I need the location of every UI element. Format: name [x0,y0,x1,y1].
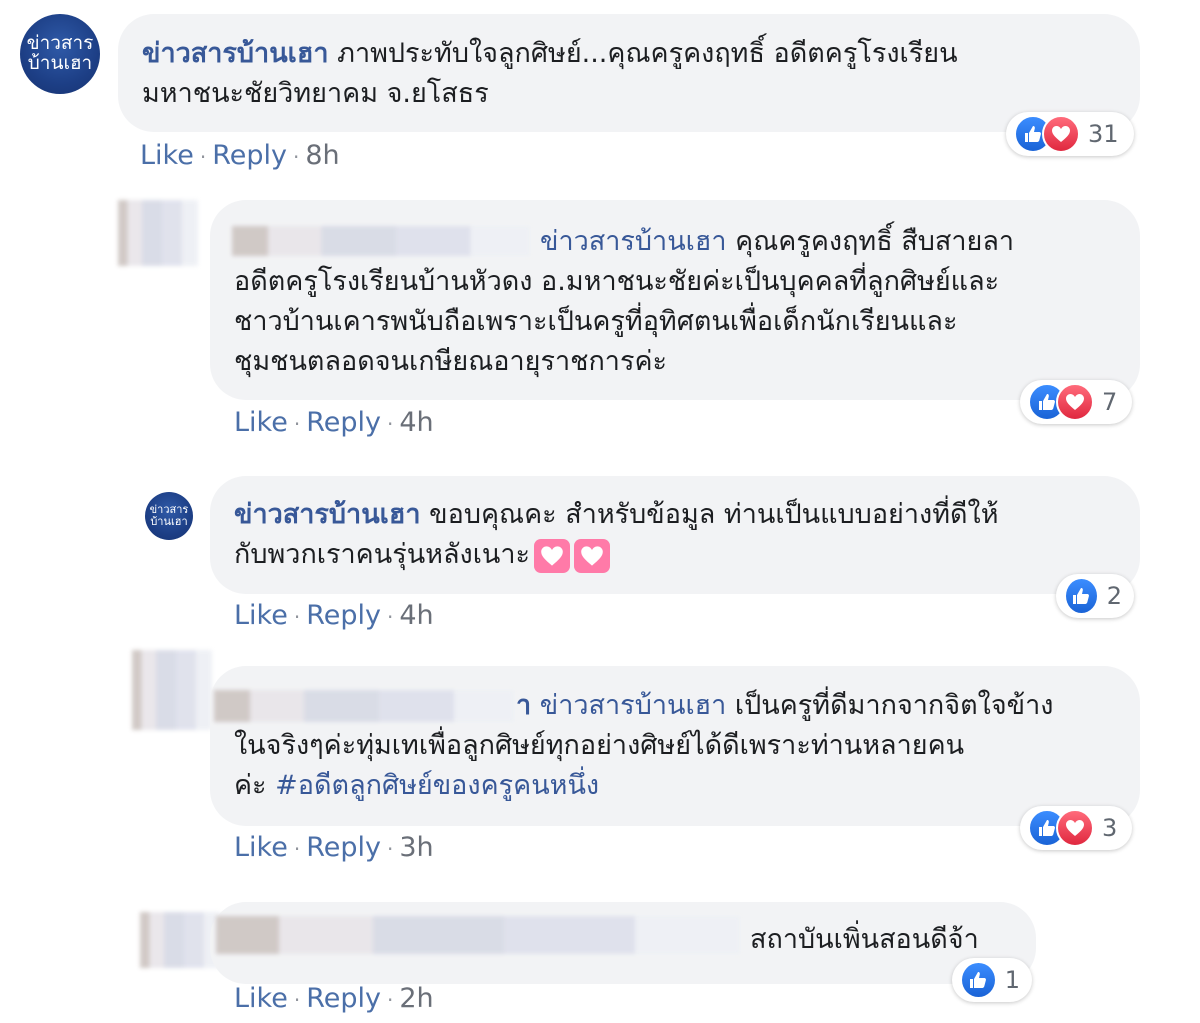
reaction-count: 7 [1102,388,1118,416]
comment-body-line: สถาบันเพิ่นสอนดีจ้า [750,924,979,955]
reaction-count: 2 [1106,582,1122,610]
timestamp[interactable]: 3h [399,832,433,863]
comment-actions: Like · Reply · 4h [234,407,434,438]
like-button[interactable]: Like [140,140,194,171]
reaction-summary[interactable]: 2 [1056,574,1134,618]
comment-body-line: ในจริงๆค่ะทุ่มเทเพื่อลูกศิษย์ทุกอย่างศิษ… [234,730,965,761]
comment-actions: Like · Reply · 4h [234,600,434,631]
comment-actions: Like · Reply · 8h [140,140,340,171]
avatar-text-line2: บ้านเฮา [27,52,93,74]
heart-emoji-icon [574,539,611,573]
reaction-summary[interactable]: 7 [1020,380,1132,424]
reply-button[interactable]: Reply [306,983,381,1014]
separator-dot: · [293,605,301,629]
comment-body-line: มหาชนะชัยวิทยาคม จ.ยโสธร [142,78,489,109]
comment-body-line: ชุมชนตลอดจนเกษียณอายุราชการค่ะ [234,346,668,377]
comment-actions: Like · Reply · 3h [234,832,434,863]
comment-body-line: เป็นครูที่ดีมากจากจิตใจข้าง [734,690,1054,721]
comment-text: สถาบันเพิ่นสอนดีจ้า [750,920,979,960]
reply-button[interactable]: Reply [306,600,381,631]
comment-actions: Like · Reply · 2h [234,983,434,1014]
thumbs-up-icon [1064,577,1099,615]
separator-dot: · [386,412,394,436]
separator-dot: · [386,605,394,629]
comment-author-tail[interactable]: า [516,690,531,721]
reply-button[interactable]: Reply [306,832,381,863]
reaction-summary[interactable]: 3 [1020,806,1132,850]
like-button[interactable]: Like [234,407,288,438]
avatar[interactable]: ข่าวสาร บ้านเฮา [145,492,193,540]
reply-button[interactable]: Reply [306,407,381,438]
comment-body-line: ขอบคุณคะ สำหรับข้อมูล ท่านเป็นแบบอย่างที… [429,499,999,530]
timestamp[interactable]: 8h [305,140,339,171]
avatar[interactable]: ข่าวสาร บ้านเฮา [20,14,100,94]
reaction-count: 31 [1088,120,1119,148]
separator-dot: · [386,837,394,861]
comment-body-line: คุณครูคงฤทธิ์ สืบสายลา [735,226,1015,257]
avatar-text-line1: ข่าวสาร [26,32,94,55]
like-button[interactable]: Like [234,983,288,1014]
blurred-author-name [216,916,740,954]
avatar-text-line2: บ้านเฮา [150,515,188,528]
comment-body-line: อดีตครูโรงเรียนบ้านหัวดง อ.มหาชนะชัยค่ะเ… [234,266,1000,297]
comment-text: า ข่าวสารบ้านเฮา เป็นครูที่ดีมากจากจิตใจ… [234,686,1053,806]
reaction-count: 1 [1004,966,1020,994]
thumbs-up-icon [960,961,997,999]
separator-dot: · [199,145,207,169]
timestamp[interactable]: 4h [399,600,433,631]
separator-dot: · [292,145,300,169]
mention-tag[interactable]: ข่าวสารบ้านเฮา [540,226,727,257]
mention-tag[interactable]: ข่าวสารบ้านเฮา [540,690,727,721]
separator-dot: · [293,988,301,1012]
heart-icon [1056,809,1094,847]
blurred-avatar [132,650,212,730]
blurred-avatar [140,912,220,968]
comment-thread: ข่าวสาร บ้านเฮา ข่าวสารบ้านเฮา ภาพประทับ… [0,0,1200,1023]
comment-text: ข่าวสารบ้านเฮา ขอบคุณคะ สำหรับข้อมูล ท่า… [234,495,999,576]
reply-button[interactable]: Reply [212,140,287,171]
comment-body-line: ชาวบ้านเคารพนับถือเพราะเป็นครูที่อุทิศตน… [234,306,958,337]
separator-dot: · [386,988,394,1012]
comment-author[interactable]: ข่าวสารบ้านเฮา [234,499,421,530]
reaction-summary[interactable]: 31 [1006,112,1134,156]
comment-author[interactable]: ข่าวสารบ้านเฮา [142,38,329,69]
heart-icon [1042,115,1080,153]
comment-body-line: ค่ะ [234,770,267,801]
heart-icon [1056,383,1094,421]
timestamp[interactable]: 2h [399,983,433,1014]
separator-dot: · [293,837,301,861]
comment-body-line: ภาพประทับใจลูกศิษย์...คุณครูคงฤทธิ์ อดีต… [337,38,958,69]
like-button[interactable]: Like [234,832,288,863]
reaction-count: 3 [1102,814,1118,842]
timestamp[interactable]: 4h [399,407,433,438]
blurred-avatar [118,200,198,266]
comment-body-line: กับพวกเราคนรุ่นหลังเนาะ [234,539,531,570]
hashtag-link[interactable]: #อดีตลูกศิษย์ของครูคนหนึ่ง [275,770,599,801]
like-button[interactable]: Like [234,600,288,631]
heart-emoji-icon [534,539,571,573]
comment-text: ข่าวสารบ้านเฮา ภาพประทับใจลูกศิษย์...คุณ… [142,34,958,114]
heart-emojis [530,536,611,576]
separator-dot: · [293,412,301,436]
comment-text: ข่าวสารบ้านเฮา คุณครูคงฤทธิ์ สืบสายลา อด… [234,222,1014,382]
reaction-summary[interactable]: 1 [952,958,1032,1002]
